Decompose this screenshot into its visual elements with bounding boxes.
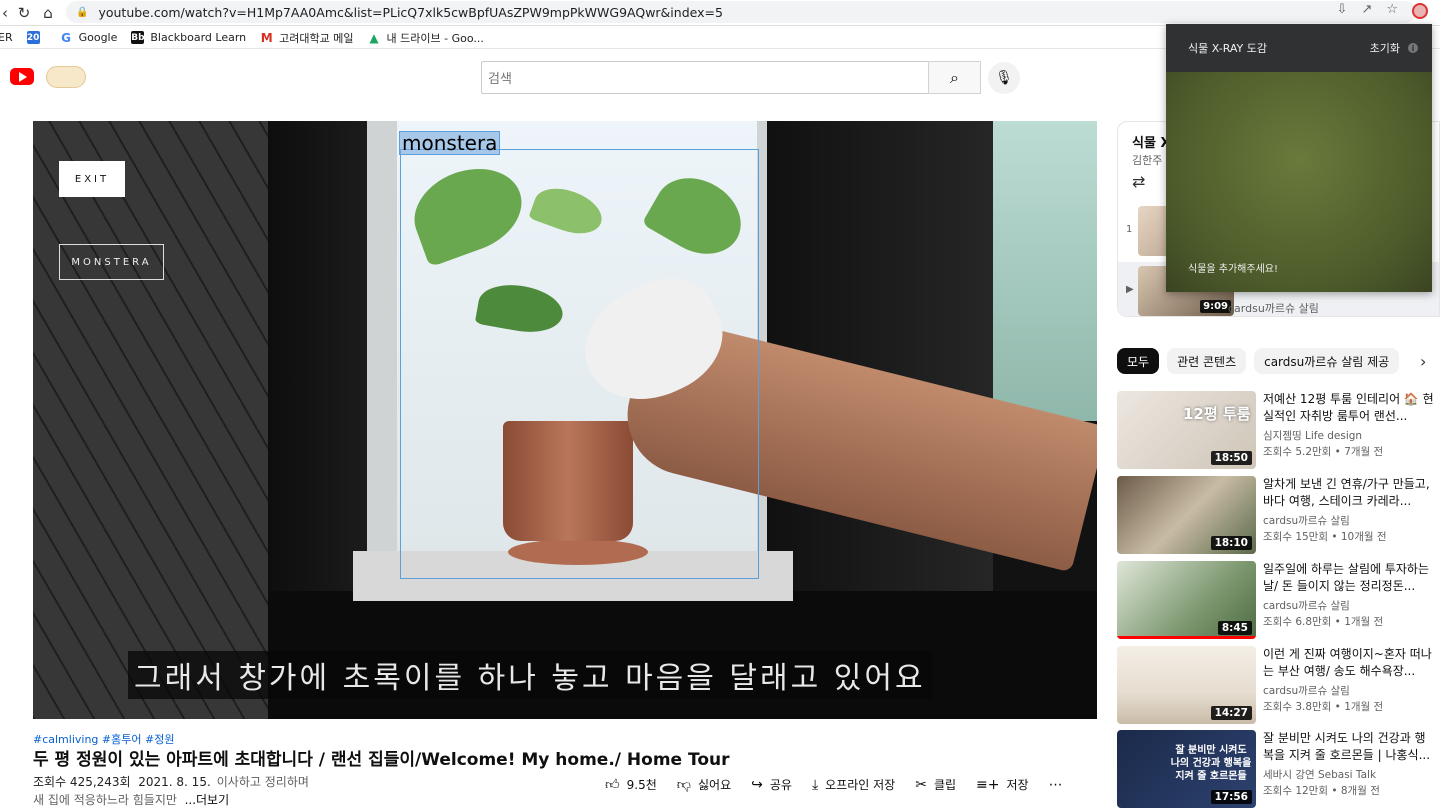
bookmark-naver[interactable]: ER [0, 31, 13, 44]
chip-related[interactable]: 관련 콘텐츠 [1167, 348, 1247, 374]
blackboard-icon: Bb [131, 31, 145, 44]
plant-tag-button[interactable]: MONSTERA [59, 244, 164, 280]
chevron-right-icon[interactable]: › [1420, 352, 1426, 371]
more-link[interactable]: ...더보기 [185, 793, 230, 807]
playlist-add-icon: ≡+ [976, 776, 1000, 793]
lock-icon: 🔒 [76, 6, 89, 18]
video-thumbnail: 8:45 [1117, 561, 1256, 639]
microphone-icon: 🎙 [995, 70, 1013, 86]
recommendation-item[interactable]: 14:27 이런 게 진짜 여행이지~혼자 떠나는 부산 여행/ 송도 해수욕장… [1117, 646, 1440, 726]
video-player[interactable]: monstera EXIT MONSTERA 그래서 창가에 초록이를 하나 놓… [33, 121, 1097, 719]
video-meta: 조회수 425,243회 2021. 8. 15. 이사하고 정리하며 [33, 775, 309, 789]
xray-title: 식물 X-RAY 도감 [1188, 42, 1268, 55]
video-thumbnail: 14:27 [1117, 646, 1256, 724]
exit-button[interactable]: EXIT [59, 161, 125, 197]
more-actions-button[interactable]: ⋯ [1049, 777, 1070, 793]
drive-icon: ▲ [369, 30, 379, 45]
like-button[interactable]: 👍︎ 9.5천 [605, 776, 657, 793]
playlist-owner[interactable]: 김한주 [1132, 152, 1162, 168]
more-icon: ⋯ [1048, 776, 1063, 793]
video-thumbnail: 18:10 [1117, 476, 1256, 554]
gmail-icon: M [260, 30, 273, 45]
detection-label: monstera [399, 131, 501, 155]
recommendation-item[interactable]: 8:45 일주일에 하루는 살림에 투자하는 날/ 돈 들이지 않는 정리정돈.… [1117, 561, 1440, 641]
bookmark-blackboard[interactable]: Bb Blackboard Learn [131, 31, 246, 44]
playing-icon: ▶ [1126, 284, 1134, 295]
filter-chips: 모두 관련 콘텐츠 cardsu까르슈 살림 제공 [1117, 348, 1407, 374]
doodle-logo-icon[interactable] [46, 66, 86, 88]
bookmark-calendar[interactable]: 20 [26, 31, 46, 44]
share-icon[interactable]: ↗ [1361, 2, 1372, 19]
recommendation-item[interactable]: 12평 투룸 18:50 저예산 12평 투룸 인테리어 🏠 현실적인 자취방 … [1117, 391, 1440, 471]
clip-button[interactable]: ✂ 클립 [915, 776, 956, 793]
thumbs-down-icon: 👎︎ [676, 777, 691, 793]
download-icon: ⤓ [811, 776, 819, 793]
search-icon: ⌕ [950, 67, 959, 87]
star-icon[interactable]: ☆ [1386, 2, 1398, 19]
calendar-icon: 20 [26, 31, 40, 44]
loop-icon[interactable]: ⇄ [1132, 172, 1145, 191]
chip-channel[interactable]: cardsu까르슈 살림 제공 [1254, 348, 1400, 374]
back-icon[interactable]: ‹ [0, 1, 10, 25]
detection-box [400, 149, 759, 579]
url-text: youtube.com/watch?v=H1Mp7AA0Amc&list=PLi… [98, 4, 723, 20]
home-icon[interactable]: ⌂ [36, 1, 60, 25]
search-input[interactable]: 검색 [481, 61, 929, 94]
video-thumbnail: 12평 투룸 18:50 [1117, 391, 1256, 469]
xray-extension-panel: 식물 X-RAY 도감 초기화 i 식물을 추가해주세요! [1166, 24, 1432, 292]
search-button[interactable]: ⌕ [928, 61, 981, 94]
share-button[interactable]: ↪ 공유 [751, 776, 792, 793]
xray-preview: 식물을 추가해주세요! [1166, 72, 1432, 292]
video-thumbnail: 잘 분비만 시켜도 나의 건강과 행복을 지켜 줄 호르몬들 17:56 [1117, 730, 1256, 808]
video-title: 두 평 정원이 있는 아파트에 초대합니다 / 랜선 집들이/Welcome! … [33, 750, 730, 770]
save-button[interactable]: ≡+ 저장 [976, 776, 1029, 793]
scissors-icon: ✂ [915, 776, 927, 793]
youtube-logo-icon[interactable] [10, 68, 34, 85]
recommendation-item[interactable]: 잘 분비만 시켜도 나의 건강과 행복을 지켜 줄 호르몬들 17:56 잘 분… [1117, 730, 1440, 810]
extension-icon[interactable] [1412, 3, 1428, 19]
address-bar[interactable]: 🔒 youtube.com/watch?v=H1Mp7AA0Amc&list=P… [66, 1, 1416, 23]
google-icon: G [61, 30, 72, 45]
video-actions: 👍︎ 9.5천 👎︎ 싫어요 ↪ 공유 ⤓ 오프라인 저장 ✂ 클립 ≡+ 저장 ⋯ [605, 776, 1090, 794]
share-arrow-icon: ↪ [751, 776, 763, 793]
reload-icon[interactable]: ↻ [12, 1, 36, 25]
video-description[interactable]: 새 집에 적응하느라 힘들지만 ...더보기 [33, 791, 229, 808]
info-icon[interactable]: i [1408, 43, 1418, 53]
xray-header: 식물 X-RAY 도감 초기화 i [1166, 24, 1432, 72]
install-icon[interactable]: ⇩ [1337, 2, 1348, 19]
bookmark-drive[interactable]: ▲ 내 드라이브 - Goo... [368, 30, 483, 46]
xray-hint: 식물을 추가해주세요! [1188, 264, 1278, 275]
thumbs-up-icon: 👍︎ [605, 777, 620, 793]
xray-reset-button[interactable]: 초기화 [1370, 40, 1400, 56]
chip-all[interactable]: 모두 [1117, 348, 1160, 374]
recommendation-item[interactable]: 18:10 알차게 보낸 긴 연휴/가구 만들고, 바다 여행, 스테이크 카레… [1117, 476, 1440, 556]
download-button[interactable]: ⤓ 오프라인 저장 [812, 776, 895, 793]
dislike-button[interactable]: 👎︎ 싫어요 [677, 776, 731, 793]
bookmark-google[interactable]: G Google [60, 30, 117, 45]
video-caption: 그래서 창가에 초록이를 하나 놓고 마음을 달래고 있어요 [128, 651, 932, 699]
voice-search-button[interactable]: 🎙 [988, 62, 1020, 94]
browser-toolbar: ‹ ↻ ⌂ 🔒 youtube.com/watch?v=H1Mp7AA0Amc&… [0, 0, 1440, 26]
bookmark-gmail[interactable]: M 고려대학교 메일 [260, 30, 354, 46]
watch-progress [1117, 636, 1256, 639]
